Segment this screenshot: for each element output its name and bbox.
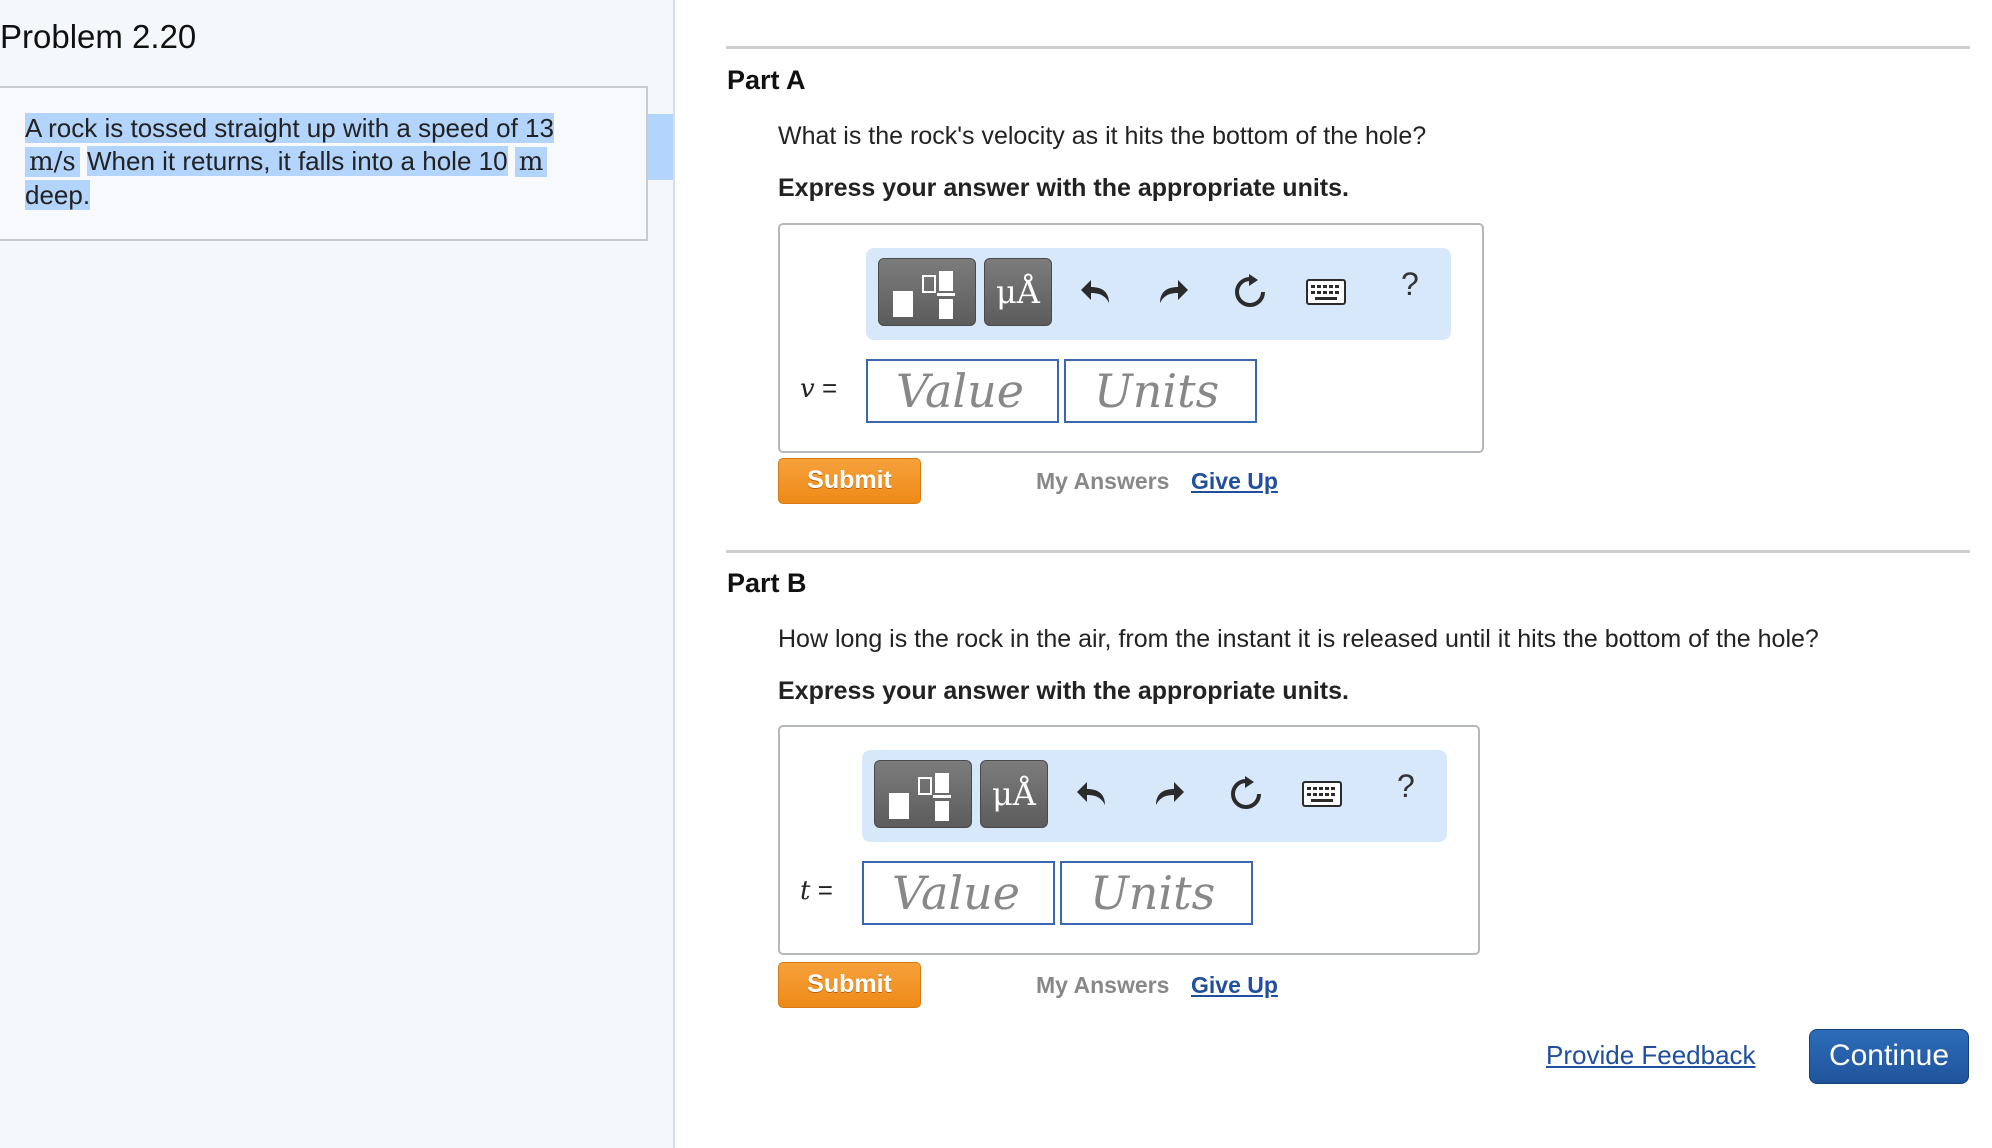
help-button[interactable]: ?: [1397, 768, 1415, 805]
part-b-instruction: Express your answer with the appropriate…: [778, 677, 1349, 705]
part-a-title: Part A: [727, 65, 806, 95]
units-symbol-button[interactable]: μÅ: [980, 760, 1048, 828]
mu-angstrom-label: μÅ: [996, 273, 1040, 311]
reset-icon[interactable]: [1226, 774, 1266, 814]
part-a-divider: [726, 46, 1970, 49]
fraction-template-icon[interactable]: [878, 258, 976, 326]
part-b-divider: [726, 550, 1970, 553]
problem-statement-box: A rock is tossed straight up with a spee…: [0, 86, 648, 241]
part-a-give-up-link[interactable]: Give Up: [1191, 468, 1278, 495]
reset-icon[interactable]: [1230, 272, 1270, 312]
part-b-variable: t: [800, 876, 811, 906]
part-a-value-input[interactable]: Value: [866, 359, 1059, 423]
unit-speed: m/s: [25, 147, 80, 177]
part-a-question: What is the rock's velocity as it hits t…: [778, 122, 1427, 150]
part-a-variable-label: v =: [800, 373, 837, 404]
problem-text-line2: When it returns, it falls into a hole 10: [87, 146, 508, 176]
part-a-answer-box: μÅ ? v = Value Units: [778, 223, 1484, 453]
part-b-value-input[interactable]: Value: [862, 861, 1055, 925]
units-symbol-button[interactable]: μÅ: [984, 258, 1052, 326]
part-b-math-toolbar: μÅ ?: [862, 750, 1447, 842]
part-b-answer-box: μÅ ? t = Value Units: [778, 725, 1480, 955]
part-b-question: How long is the rock in the air, from th…: [778, 625, 1819, 653]
part-a-equals: =: [821, 373, 838, 403]
problem-statement: A rock is tossed straight up with a spee…: [25, 112, 625, 212]
part-b-title: Part B: [727, 568, 807, 598]
unit-depth: m: [514, 147, 548, 177]
part-a-submit-button[interactable]: Submit: [778, 458, 921, 504]
provide-feedback-link[interactable]: Provide Feedback: [1546, 1040, 1756, 1071]
problem-text-line3: deep.: [25, 180, 91, 210]
problem-text-line1: A rock is tossed straight up with a spee…: [25, 113, 554, 143]
redo-icon[interactable]: [1153, 272, 1193, 312]
undo-icon[interactable]: [1076, 272, 1116, 312]
part-a-instruction: Express your answer with the appropriate…: [778, 174, 1349, 202]
part-b-units-input[interactable]: Units: [1060, 861, 1253, 925]
part-b-variable-label: t =: [800, 875, 833, 906]
undo-icon[interactable]: [1072, 774, 1112, 814]
continue-button[interactable]: Continue: [1809, 1029, 1969, 1084]
problem-panel: Problem 2.20 A rock is tossed straight u…: [0, 0, 675, 1148]
part-b-submit-button[interactable]: Submit: [778, 962, 921, 1008]
part-b-equals: =: [817, 875, 833, 905]
part-a-my-answers: My Answers: [1036, 468, 1170, 494]
part-b-my-answers: My Answers: [1036, 972, 1170, 998]
keyboard-icon[interactable]: [1302, 774, 1342, 814]
redo-icon[interactable]: [1149, 774, 1189, 814]
part-b-give-up-link[interactable]: Give Up: [1191, 972, 1278, 999]
help-button[interactable]: ?: [1401, 266, 1419, 303]
mu-angstrom-label: μÅ: [992, 775, 1036, 813]
problem-title: Problem 2.20: [0, 18, 197, 55]
fraction-template-icon[interactable]: [874, 760, 972, 828]
part-a-math-toolbar: μÅ ?: [866, 248, 1451, 340]
keyboard-icon[interactable]: [1306, 272, 1346, 312]
part-a-units-input[interactable]: Units: [1064, 359, 1257, 423]
part-a-variable: v: [800, 374, 815, 404]
